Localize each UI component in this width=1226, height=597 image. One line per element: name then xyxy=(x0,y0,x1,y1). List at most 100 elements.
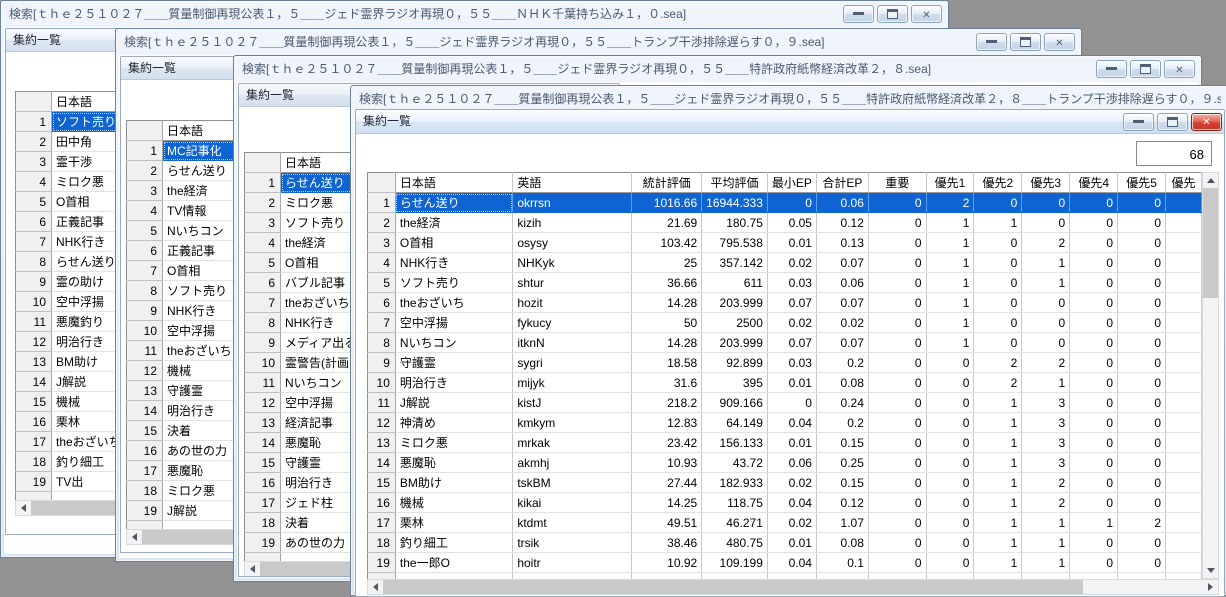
close-button[interactable] xyxy=(1164,59,1195,78)
cell: 0 xyxy=(926,532,975,553)
row-number: 19 xyxy=(367,552,396,573)
scroll-left-button[interactable] xyxy=(127,530,142,544)
table-row[interactable]: 13 ミロク悪 mrkak 23.42 156.133 0.01 0.15 0 0 1 3 0 0 xyxy=(367,432,1202,453)
close-button[interactable] xyxy=(1044,32,1075,51)
minimize-button[interactable] xyxy=(976,32,1007,51)
scroll-left-button[interactable] xyxy=(16,501,31,515)
cell: 悪魔恥 xyxy=(395,452,514,473)
cell: 2 xyxy=(1021,472,1071,493)
cell: 395 xyxy=(701,372,768,393)
column-header[interactable]: 優先1 xyxy=(926,172,975,193)
scrollbar-thumb[interactable] xyxy=(1203,188,1218,298)
cell: 10.93 xyxy=(631,452,703,473)
window-titlebar[interactable]: 検索[ｔｈｅ２５１０２７＿＿質量制御再現公表１，５＿＿ジェド霊界ラジオ再現０，５… xyxy=(351,86,1226,111)
column-header[interactable]: 優先3 xyxy=(1021,172,1071,193)
column-header[interactable]: 優先5 xyxy=(1117,172,1166,193)
maximize-button[interactable] xyxy=(1130,59,1161,78)
row-number: 12 xyxy=(244,392,281,413)
column-header[interactable]: 重要 xyxy=(868,172,927,193)
column-header[interactable]: 優先 xyxy=(1165,172,1202,193)
minimize-button[interactable] xyxy=(843,4,874,23)
vertical-scrollbar[interactable] xyxy=(1202,172,1219,579)
count-field[interactable]: 68 xyxy=(1136,141,1212,166)
table-row[interactable]: 16 機械 kikai 14.25 118.75 0.04 0.12 0 0 1 2 0 0 xyxy=(367,492,1202,513)
row-number: 8 xyxy=(15,251,52,272)
scrollbar-thumb[interactable] xyxy=(383,580,1083,594)
table-row[interactable]: 10 明治行き mijyk 31.6 395 0.01 0.08 0 0 2 1 0 0 xyxy=(367,372,1202,393)
table-row[interactable]: 14 悪魔恥 akmhj 10.93 43.72 0.06 0.25 0 0 1 3 0 0 xyxy=(367,452,1202,473)
horizontal-scrollbar[interactable] xyxy=(367,579,1219,595)
table-row[interactable]: 15 BM助け tskBM 27.44 182.933 0.02 0.15 0 0 1 2 0 0 xyxy=(367,472,1202,493)
row-number: 7 xyxy=(15,231,52,252)
table-row[interactable]: 17 栗林 ktdmt 49.51 46.271 0.02 1.07 0 0 1 1 1 2 xyxy=(367,512,1202,533)
scroll-left-button[interactable] xyxy=(245,562,260,576)
table-row[interactable]: 7 空中浮揚 fykucy 50 2500 0.02 0.02 0 1 0 0 0 0 xyxy=(367,312,1202,333)
cell: 0 xyxy=(926,432,975,453)
column-header[interactable]: 日本語 xyxy=(395,172,514,193)
maximize-button[interactable] xyxy=(1010,32,1041,51)
cell: 0 xyxy=(1117,372,1166,393)
cell: 0 xyxy=(1117,432,1166,453)
column-header[interactable]: 優先4 xyxy=(1069,172,1119,193)
child-window-titlebar[interactable]: 集約一覧 xyxy=(356,110,1224,134)
close-button[interactable] xyxy=(1191,112,1222,131)
table-row[interactable]: 11 J解説 kistJ 218.2 909.166 0 0.24 0 0 1 3 0 0 xyxy=(367,392,1202,413)
cell: 0 xyxy=(868,432,927,453)
column-header[interactable]: 優先2 xyxy=(973,172,1023,193)
child-window-title: 集約一覧 xyxy=(246,88,295,102)
row-number: 5 xyxy=(367,272,396,293)
table-row[interactable]: 6 theおざいち hozit 14.28 203.999 0.07 0.07 0 1 0 0 0 0 xyxy=(367,292,1202,313)
window-titlebar[interactable]: 検索[ｔｈｅ２５１０２７＿＿質量制御再現公表１，５＿＿ジェド霊界ラジオ再現０，５… xyxy=(234,56,1201,81)
cell: theおざいち xyxy=(395,292,514,313)
window-titlebar[interactable]: 検索[ｔｈｅ２５１０２７＿＿質量制御再現公表１，５＿＿ジェド霊界ラジオ再現０，５… xyxy=(116,29,1081,54)
cell: 0 xyxy=(868,492,927,513)
cell: 0 xyxy=(1069,432,1119,453)
table-row[interactable]: 3 O首相 osysy 103.42 795.538 0.01 0.13 0 1 0 2 0 0 xyxy=(367,232,1202,253)
scroll-up-button[interactable] xyxy=(1203,173,1218,188)
cell: osysy xyxy=(512,232,633,253)
minimize-button[interactable] xyxy=(1123,112,1154,131)
scroll-left-button[interactable] xyxy=(368,580,383,594)
row-header-corner xyxy=(126,120,163,141)
scroll-right-button[interactable] xyxy=(1203,580,1218,594)
close-button[interactable] xyxy=(911,4,942,23)
table-row[interactable]: 2 the経済 kizih 21.69 180.75 0.05 0.12 0 1 1 0 0 0 xyxy=(367,212,1202,233)
table-row[interactable]: 4 NHK行き NHKyk 25 357.142 0.02 0.07 0 1 0 1 0 0 xyxy=(367,252,1202,273)
cell: 0 xyxy=(1021,312,1071,333)
cell: 0.07 xyxy=(816,332,869,353)
table-row[interactable]: 12 神清め kmkym 12.83 64.149 0.04 0.2 0 0 1 3 0 0 xyxy=(367,412,1202,433)
scrollbar-track[interactable] xyxy=(1083,580,1203,594)
cell: 36.66 xyxy=(631,272,703,293)
cell: 1 xyxy=(973,212,1023,233)
table-row[interactable]: 9 守護霊 sygri 18.58 92.899 0.03 0.2 0 0 2 2 0 0 xyxy=(367,352,1202,373)
column-header[interactable]: 統計評価 xyxy=(631,172,703,193)
cell xyxy=(1165,472,1202,493)
maximize-icon xyxy=(1020,36,1031,47)
minimize-button[interactable] xyxy=(1096,59,1127,78)
cell: 1 xyxy=(926,292,975,313)
cell: 0 xyxy=(973,192,1023,213)
table-row[interactable]: 1 らせん送り okrrsn 1016.66 16944.333 0 0.06 0 2 0 0 0 0 xyxy=(367,192,1202,213)
maximize-button[interactable] xyxy=(1157,112,1188,131)
cell xyxy=(1165,532,1202,553)
cell: NHK行き xyxy=(395,252,514,273)
row-number: 15 xyxy=(244,452,281,473)
table-row[interactable]: 18 釣り細工 trsik 38.46 480.75 0.01 0.08 0 0 1 1 0 0 xyxy=(367,532,1202,553)
cell xyxy=(1165,292,1202,313)
cell: 357.142 xyxy=(701,252,768,273)
maximize-button[interactable] xyxy=(877,4,908,23)
table-row[interactable]: 8 Nいちコン itknN 14.28 203.999 0.07 0.07 0 1 0 0 0 0 xyxy=(367,332,1202,353)
cell xyxy=(1165,492,1202,513)
column-header[interactable]: 平均評価 xyxy=(701,172,768,193)
cell xyxy=(1165,452,1202,473)
column-header[interactable]: 英語 xyxy=(512,172,633,193)
scrollbar-track[interactable] xyxy=(1203,298,1218,563)
cell: 909.166 xyxy=(701,392,768,413)
cell: 3 xyxy=(1021,452,1071,473)
table-row[interactable]: 5 ソフト売り shtur 36.66 611 0.03 0.06 0 1 0 1 0 0 xyxy=(367,272,1202,293)
column-header[interactable]: 合計EP xyxy=(816,172,869,193)
scroll-down-button[interactable] xyxy=(1203,563,1218,578)
window-titlebar[interactable]: 検索[ｔｈｅ２５１０２７＿＿質量制御再現公表１，５＿＿ジェド霊界ラジオ再現０，５… xyxy=(1,1,948,26)
table-row[interactable]: 19 the一郎O hoitr 10.92 109.199 0.04 0.1 0 0 1 1 0 0 xyxy=(367,552,1202,573)
column-header[interactable]: 最小EP xyxy=(767,172,817,193)
